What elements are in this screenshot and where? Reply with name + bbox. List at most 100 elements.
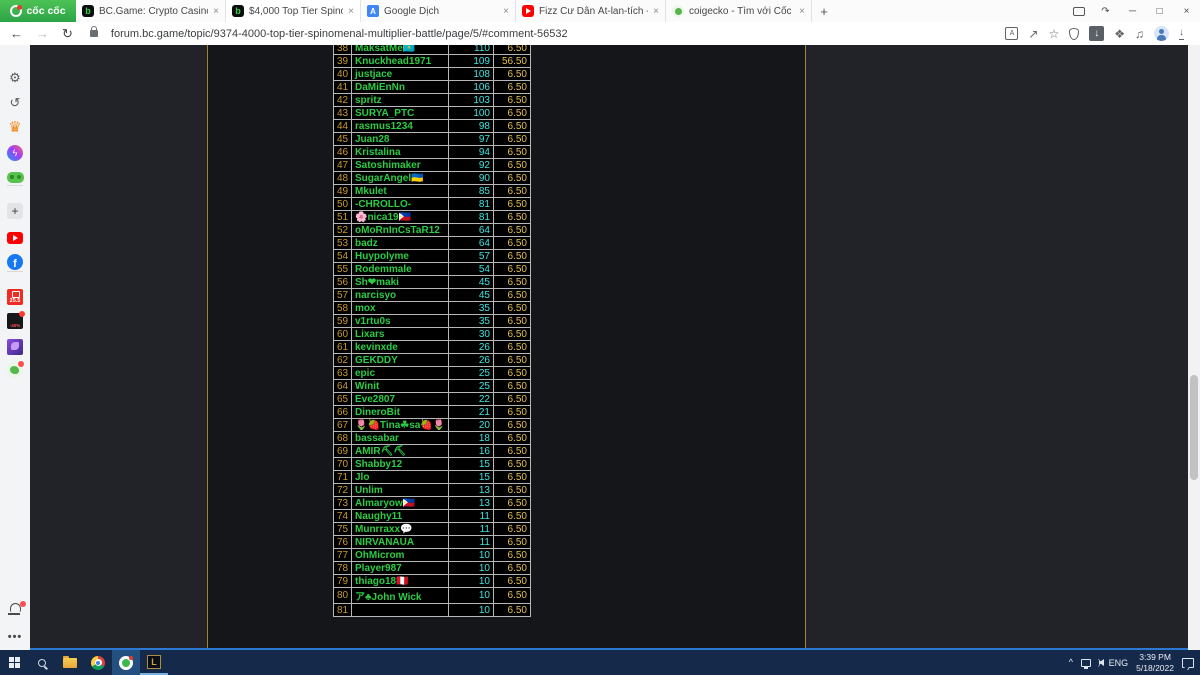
tab-close-icon[interactable]: × (653, 6, 659, 17)
tab-close-icon[interactable]: × (799, 6, 805, 17)
sidebar-more-button[interactable]: ••• (5, 627, 25, 647)
browser-tab[interactable]: coigecko - Tìm với Cốc Cốc× (666, 0, 812, 22)
leaderboard-row: 69AMIR⛏⛏166.50 (334, 445, 531, 458)
reload-button[interactable]: ↻ (62, 26, 73, 42)
cell-player: badz (352, 237, 449, 250)
action-center-icon[interactable] (1182, 658, 1194, 668)
back-button[interactable]: ← (10, 26, 23, 41)
translate-icon[interactable]: A (1005, 27, 1018, 40)
cell-prize: 6.50 (494, 562, 531, 575)
cell-prize: 6.50 (494, 315, 531, 328)
add-shortcut-button[interactable]: + (5, 201, 25, 221)
shopping-sale-shortcut[interactable]: 25.5 (5, 287, 25, 307)
promo-shortcut[interactable]: -40% (5, 311, 25, 331)
profile-avatar[interactable] (1154, 26, 1169, 41)
media-icon[interactable]: ♫ (1135, 28, 1144, 40)
active-download-icon[interactable]: ↓ (1089, 26, 1104, 41)
start-button[interactable] (0, 650, 28, 675)
close-button[interactable]: × (1173, 0, 1200, 22)
bookmark-star-icon[interactable]: ☆ (1048, 28, 1059, 40)
leaderboard-row: 51🌸nica19🇵🇭816.50 (334, 211, 531, 224)
browser-tab[interactable]: Fizz Cư Dân Át-lan-tích - 🔊× (516, 0, 666, 22)
cell-prize: 6.50 (494, 107, 531, 120)
plus-icon: + (7, 203, 23, 219)
leaderboard-row: 43SURYA_PTC1006.50 (334, 107, 531, 120)
facebook-shortcut[interactable]: f (5, 252, 25, 272)
cell-player: Eve2807 (352, 393, 449, 406)
coccoc-taskbar-button[interactable] (112, 650, 140, 675)
cell-player (352, 604, 449, 617)
extension-icon[interactable]: ❖ (1114, 28, 1125, 40)
new-tab-button[interactable]: + (812, 0, 836, 22)
browser-tab[interactable]: Google Dịch× (361, 0, 516, 22)
cell-score: 64 (449, 237, 494, 250)
address-bar[interactable]: forum.bc.game/topic/9374-4000-top-tier-s… (111, 28, 993, 40)
tab-close-icon[interactable]: × (348, 6, 354, 17)
history-button[interactable]: ↺ (5, 92, 25, 112)
gear-icon: ⚙ (9, 71, 21, 84)
page-scrollbar[interactable] (1188, 45, 1200, 650)
leaderboard-row: 81106.50 (334, 604, 531, 617)
tab-close-icon[interactable]: × (503, 6, 509, 17)
tab-title: BC.Game: Crypto Casino Gam (99, 6, 208, 17)
leaderboard-row: 67🌷🍓Tina☘sa🍓🌷206.50 (334, 419, 531, 432)
tab-close-icon[interactable]: × (213, 6, 219, 17)
taskbar-clock[interactable]: 3:39 PM 5/18/2022 (1136, 652, 1174, 673)
share-icon[interactable]: ↗ (1028, 28, 1038, 40)
language-indicator[interactable]: ENG (1109, 658, 1129, 668)
forward-button[interactable]: → (36, 26, 49, 41)
cell-prize: 6.50 (494, 393, 531, 406)
leaderboard-row: 56Sh❤maki456.50 (334, 276, 531, 289)
file-explorer-button[interactable] (56, 650, 84, 675)
cell-rank: 68 (334, 432, 352, 445)
game-app-shortcut[interactable] (5, 337, 25, 357)
browser-tab[interactable]: $4,000 Top Tier Spinomenal M × (226, 0, 361, 22)
cell-player: justjace (352, 68, 449, 81)
cell-prize: 6.50 (494, 536, 531, 549)
coccoc-brand-text: cốc cốc (26, 5, 65, 17)
bcgame-favicon (82, 5, 94, 17)
browser-tab[interactable]: BC.Game: Crypto Casino Gam × (76, 0, 226, 22)
ssl-padlock-icon[interactable] (90, 30, 98, 37)
cell-player: Sh❤maki (352, 276, 449, 289)
volume-button[interactable]: ) (1099, 658, 1101, 667)
leaderboard-row: 77OhMicrom106.50 (334, 549, 531, 562)
youtube-shortcut[interactable] (5, 228, 25, 248)
send-to-device-icon[interactable]: ↷ (1092, 0, 1119, 22)
cell-player: ア♣John Wick (352, 588, 449, 604)
tab-strip: BC.Game: Crypto Casino Gam×$4,000 Top Ti… (76, 0, 812, 22)
cell-player: Naughy11 (352, 510, 449, 523)
chrome-icon (91, 656, 105, 670)
adblock-shield-icon[interactable] (1069, 28, 1079, 40)
downloads-tray-icon[interactable]: ↓ (1179, 28, 1184, 40)
screen-capture-icon[interactable] (1065, 0, 1092, 22)
chrome-button[interactable] (84, 650, 112, 675)
vip-button[interactable]: ♛ (5, 117, 25, 137)
taskbar-search-button[interactable] (28, 650, 56, 675)
minimize-button[interactable]: ─ (1119, 0, 1146, 22)
cell-score: 16 (449, 445, 494, 458)
hidden-icons-chevron[interactable]: ^ (1069, 658, 1073, 667)
gecko-app-shortcut[interactable] (5, 360, 25, 380)
network-icon[interactable] (1081, 659, 1091, 667)
cell-score: 108 (449, 68, 494, 81)
cell-prize: 56.50 (494, 55, 531, 68)
settings-button[interactable]: ⚙ (5, 67, 25, 87)
scrollbar-thumb[interactable] (1190, 375, 1198, 480)
cell-prize: 6.50 (494, 185, 531, 198)
leaderboard-row: 74Naughy11116.50 (334, 510, 531, 523)
notifications-button[interactable] (5, 597, 25, 617)
league-of-legends-button[interactable]: L (140, 650, 168, 675)
games-shortcut[interactable] (5, 167, 25, 187)
messenger-shortcut[interactable]: ϟ (5, 143, 25, 163)
cell-score: 100 (449, 107, 494, 120)
maximize-button[interactable]: □ (1146, 0, 1173, 22)
cell-prize: 6.50 (494, 419, 531, 432)
cell-player: rasmus1234 (352, 120, 449, 133)
cell-prize: 6.50 (494, 276, 531, 289)
cell-prize: 6.50 (494, 523, 531, 536)
sale-icon: 25.5 (7, 289, 23, 305)
tab-title: $4,000 Top Tier Spinomenal M (249, 6, 343, 17)
coccoc-sidebar: ⚙ ↺ ♛ ϟ + f 25.5 -40% ••• (0, 45, 30, 650)
cell-prize: 6.50 (494, 81, 531, 94)
